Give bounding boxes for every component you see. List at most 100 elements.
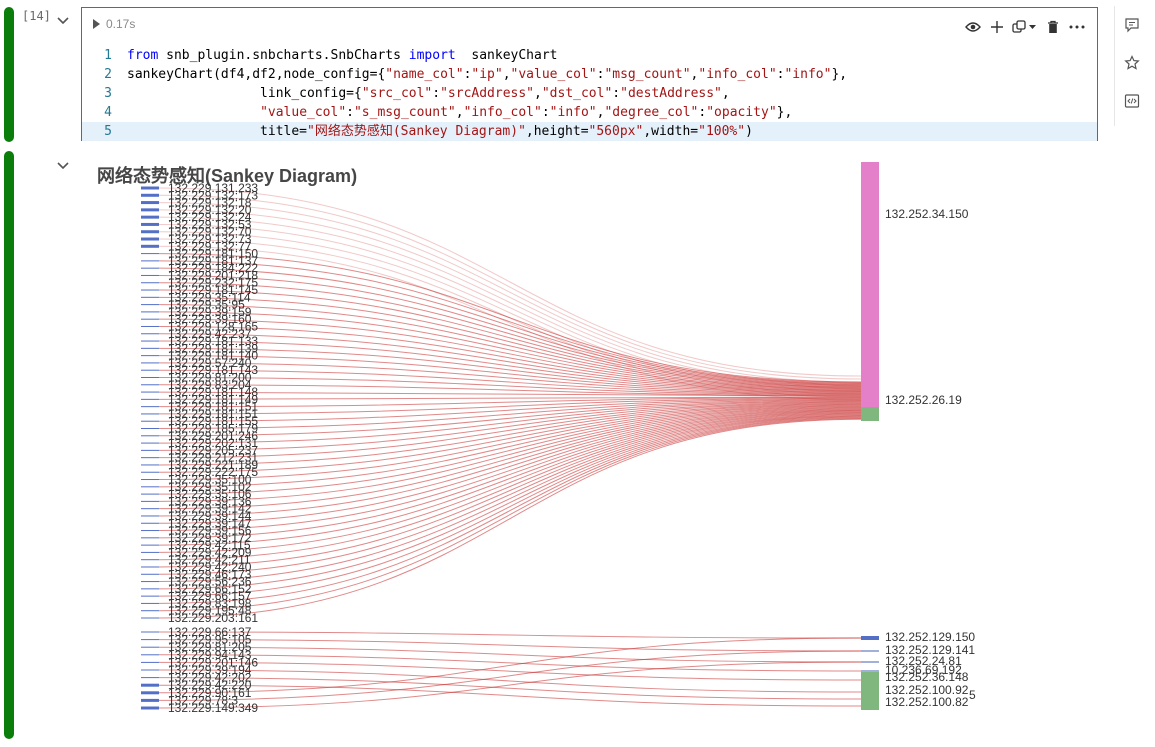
target-node[interactable] xyxy=(861,650,879,652)
source-node[interactable] xyxy=(141,208,159,212)
delete-button[interactable] xyxy=(1043,17,1063,37)
source-node[interactable] xyxy=(141,479,159,481)
comment-button[interactable] xyxy=(1115,6,1148,44)
source-node[interactable] xyxy=(141,244,159,248)
source-node[interactable] xyxy=(141,698,159,702)
target-node[interactable] xyxy=(861,661,879,663)
source-node[interactable] xyxy=(141,588,159,590)
source-node[interactable] xyxy=(141,530,159,532)
target-node[interactable] xyxy=(861,702,879,710)
collapse-input-button[interactable] xyxy=(56,11,72,25)
target-node[interactable] xyxy=(861,636,879,640)
source-node[interactable] xyxy=(141,486,159,488)
source-node[interactable] xyxy=(141,215,159,219)
sankey-link[interactable] xyxy=(158,646,862,663)
source-node[interactable] xyxy=(141,413,159,415)
sankey-link[interactable] xyxy=(158,245,862,401)
source-node[interactable] xyxy=(141,398,159,400)
sankey-link[interactable] xyxy=(158,202,862,383)
source-node[interactable] xyxy=(141,333,159,335)
source-node[interactable] xyxy=(141,595,159,597)
source-node[interactable] xyxy=(141,282,159,284)
source-node[interactable] xyxy=(141,304,159,306)
source-node[interactable] xyxy=(141,639,159,641)
copy-button[interactable] xyxy=(1011,17,1039,37)
sankey-link[interactable] xyxy=(158,650,862,701)
source-node[interactable] xyxy=(141,347,159,349)
add-cell-button[interactable] xyxy=(987,17,1007,37)
code-line[interactable]: 3 link_config={"src_col":"srcAddress","d… xyxy=(82,84,1097,103)
source-node[interactable] xyxy=(141,691,159,695)
source-node[interactable] xyxy=(141,559,159,561)
sankey-link[interactable] xyxy=(158,416,862,597)
code-line[interactable]: 2 sankeyChart(df4,df2,node_config={"name_… xyxy=(82,65,1097,84)
sankey-link[interactable] xyxy=(158,412,862,561)
sankey-link[interactable] xyxy=(158,639,862,652)
source-node[interactable] xyxy=(141,602,159,604)
source-node[interactable] xyxy=(141,391,159,393)
target-node[interactable] xyxy=(861,670,879,672)
source-node[interactable] xyxy=(141,683,159,687)
source-node[interactable] xyxy=(141,193,159,197)
source-node[interactable] xyxy=(141,267,159,269)
source-node[interactable] xyxy=(141,442,159,444)
sankey-link[interactable] xyxy=(158,631,862,639)
source-node[interactable] xyxy=(141,631,159,633)
source-node[interactable] xyxy=(141,457,159,459)
code-cell[interactable]: 0.17s 1 from snb_plugin.snbcharts.SnbChar… xyxy=(81,7,1098,141)
source-node[interactable] xyxy=(141,369,159,371)
sankey-link[interactable] xyxy=(158,253,862,383)
source-node[interactable] xyxy=(141,376,159,378)
source-node[interactable] xyxy=(141,253,159,255)
source-node[interactable] xyxy=(141,318,159,320)
source-node[interactable] xyxy=(141,260,159,262)
source-node[interactable] xyxy=(141,449,159,451)
source-node[interactable] xyxy=(141,325,159,327)
code-view-button[interactable] xyxy=(1115,82,1148,120)
source-node[interactable] xyxy=(141,537,159,539)
source-node[interactable] xyxy=(141,406,159,408)
source-node[interactable] xyxy=(141,493,159,495)
code-line[interactable]: 1 from snb_plugin.snbcharts.SnbCharts imp… xyxy=(82,46,1097,65)
code-editor[interactable]: 1 from snb_plugin.snbcharts.SnbCharts imp… xyxy=(82,46,1097,141)
source-node[interactable] xyxy=(141,355,159,357)
sankey-link[interactable] xyxy=(158,304,862,388)
source-node[interactable] xyxy=(141,551,159,553)
source-node[interactable] xyxy=(141,508,159,510)
eye-button[interactable] xyxy=(963,17,983,37)
target-node[interactable] xyxy=(861,688,879,696)
source-node[interactable] xyxy=(141,544,159,546)
sankey-link[interactable] xyxy=(158,411,862,546)
source-node[interactable] xyxy=(141,384,159,386)
source-node[interactable] xyxy=(141,617,159,619)
source-node[interactable] xyxy=(141,515,159,517)
sankey-link[interactable] xyxy=(158,413,862,568)
target-node[interactable] xyxy=(861,407,879,421)
target-node[interactable] xyxy=(861,162,879,407)
more-button[interactable] xyxy=(1067,17,1087,37)
star-button[interactable] xyxy=(1115,44,1148,82)
source-node[interactable] xyxy=(141,522,159,524)
source-node[interactable] xyxy=(141,610,159,612)
source-node[interactable] xyxy=(141,661,159,663)
sankey-link[interactable] xyxy=(158,418,862,612)
source-node[interactable] xyxy=(141,706,159,710)
source-node[interactable] xyxy=(141,677,159,679)
source-node[interactable] xyxy=(141,573,159,575)
sankey-link[interactable] xyxy=(158,661,862,709)
source-node[interactable] xyxy=(141,669,159,671)
target-node[interactable] xyxy=(861,672,879,688)
source-node[interactable] xyxy=(141,186,159,190)
run-icon[interactable] xyxy=(93,19,100,29)
sankey-link[interactable] xyxy=(158,412,862,553)
source-node[interactable] xyxy=(141,464,159,466)
sankey-link[interactable] xyxy=(158,296,862,387)
source-node[interactable] xyxy=(141,654,159,656)
source-node[interactable] xyxy=(141,311,159,313)
source-node[interactable] xyxy=(141,435,159,437)
sankey-link[interactable] xyxy=(158,209,862,386)
source-node[interactable] xyxy=(141,274,159,276)
source-node[interactable] xyxy=(141,581,159,583)
source-node[interactable] xyxy=(141,428,159,430)
code-line[interactable]: 5 title="网络态势感知(Sankey Diagram)",height=… xyxy=(82,122,1097,141)
